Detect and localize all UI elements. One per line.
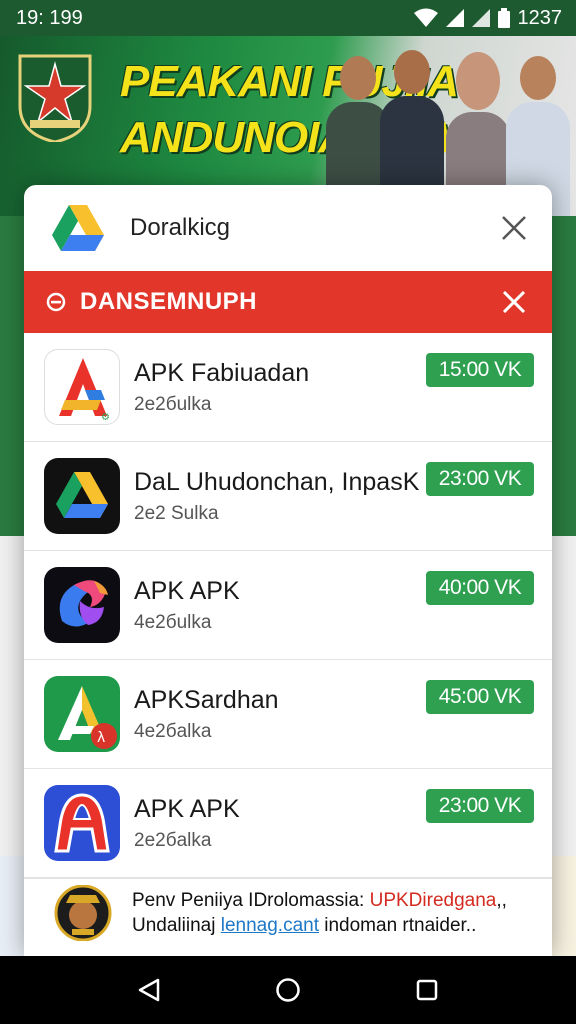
list-item[interactable]: ⚙ APK Fabiuadan 2e2бulka 15:00 VK [24,333,552,442]
price-button[interactable]: 23:00 VK [426,462,534,496]
drive-logo-icon [52,205,104,251]
home-icon [276,978,300,1002]
status-icons: 1237 [413,6,563,30]
dialog-title: Doralkicg [130,214,231,241]
svg-text:⚙: ⚙ [101,412,110,423]
app-size: 2e2бalka [134,830,212,851]
status-bar: 19: 199 1237 [0,0,576,36]
app-size: 4e2бalka [134,721,212,742]
list-item[interactable]: APK APK 4e2бulka 40:00 VK [24,551,552,660]
battery-icon [497,8,510,28]
navigation-bar [0,956,576,1024]
close-icon [502,216,526,240]
price-button[interactable]: 15:00 VK [426,353,534,387]
green-a-icon: λ [44,676,120,752]
blue-a-icon [44,785,120,861]
footer-line2-tail: indoman rtnaider.. [318,914,477,936]
price-button[interactable]: 45:00 VK [426,680,534,714]
crest-icon [18,54,92,142]
price-button[interactable]: 23:00 VK [426,789,534,823]
wifi-icon [413,8,438,27]
app-size: 2e2 Sulka [134,503,219,524]
footer-line1-tail: ,, [496,889,507,911]
back-icon [139,978,160,1002]
dialog-header: Doralkicg [24,185,552,271]
svg-text:λ: λ [97,730,105,746]
status-time: 19: 199 [16,6,83,29]
footer-accent: UPKDiredgana [369,889,497,911]
recents-button[interactable] [402,965,452,1015]
footer-line2: Undaliinaj [132,914,221,936]
close-icon [503,291,525,313]
background-card [0,856,24,956]
footer-line1: Penv Peniiya IDrolomassia: [132,889,370,911]
footer-link[interactable]: lennag.cant [221,915,319,936]
person-photo [380,36,444,216]
emblem-icon [54,884,112,941]
home-button[interactable] [263,965,313,1015]
list-item[interactable]: λ APKSardhan 4e2бalka 45:00 VK [24,660,552,769]
background-card [0,536,24,856]
app-list: ⚙ APK Fabiuadan 2e2бulka 15:00 VK DaL Uh… [24,333,552,878]
drive-dark-icon [44,458,120,534]
signal-icon [445,9,464,27]
app-size: 2e2бulka [134,394,212,415]
apk-a-icon: ⚙ [44,349,120,425]
back-button[interactable] [124,965,174,1015]
download-dialog: Doralkicg DANSEMNUPH ⚙ APK Fabiuadan 2e2… [24,185,552,956]
list-item[interactable]: APK APK 2e2бalka 23:00 VK [24,769,552,878]
signal-icon-2 [471,9,490,27]
background-card [552,856,576,956]
dialog-close-button[interactable] [496,210,532,246]
alert-banner: DANSEMNUPH [24,271,552,333]
footer-text: Penv Peniiya IDrolomassia: UPKDiredgana,… [132,888,507,938]
app-size: 4e2бulka [134,612,212,633]
alert-label: DANSEMNUPH [80,288,258,315]
background-card [552,536,576,856]
alert-close-button[interactable] [496,284,532,320]
minus-circle-icon [46,292,66,312]
price-button[interactable]: 40:00 VK [426,571,534,605]
recents-icon [416,979,437,1001]
swirl-icon [44,567,120,643]
list-item[interactable]: DaL Uhudonchan, InpasK 2e2 Sulka 23:00 V… [24,442,552,551]
footer-note: Penv Peniiya IDrolomassia: UPKDiredgana,… [24,878,552,946]
battery-text: 1237 [517,6,563,29]
